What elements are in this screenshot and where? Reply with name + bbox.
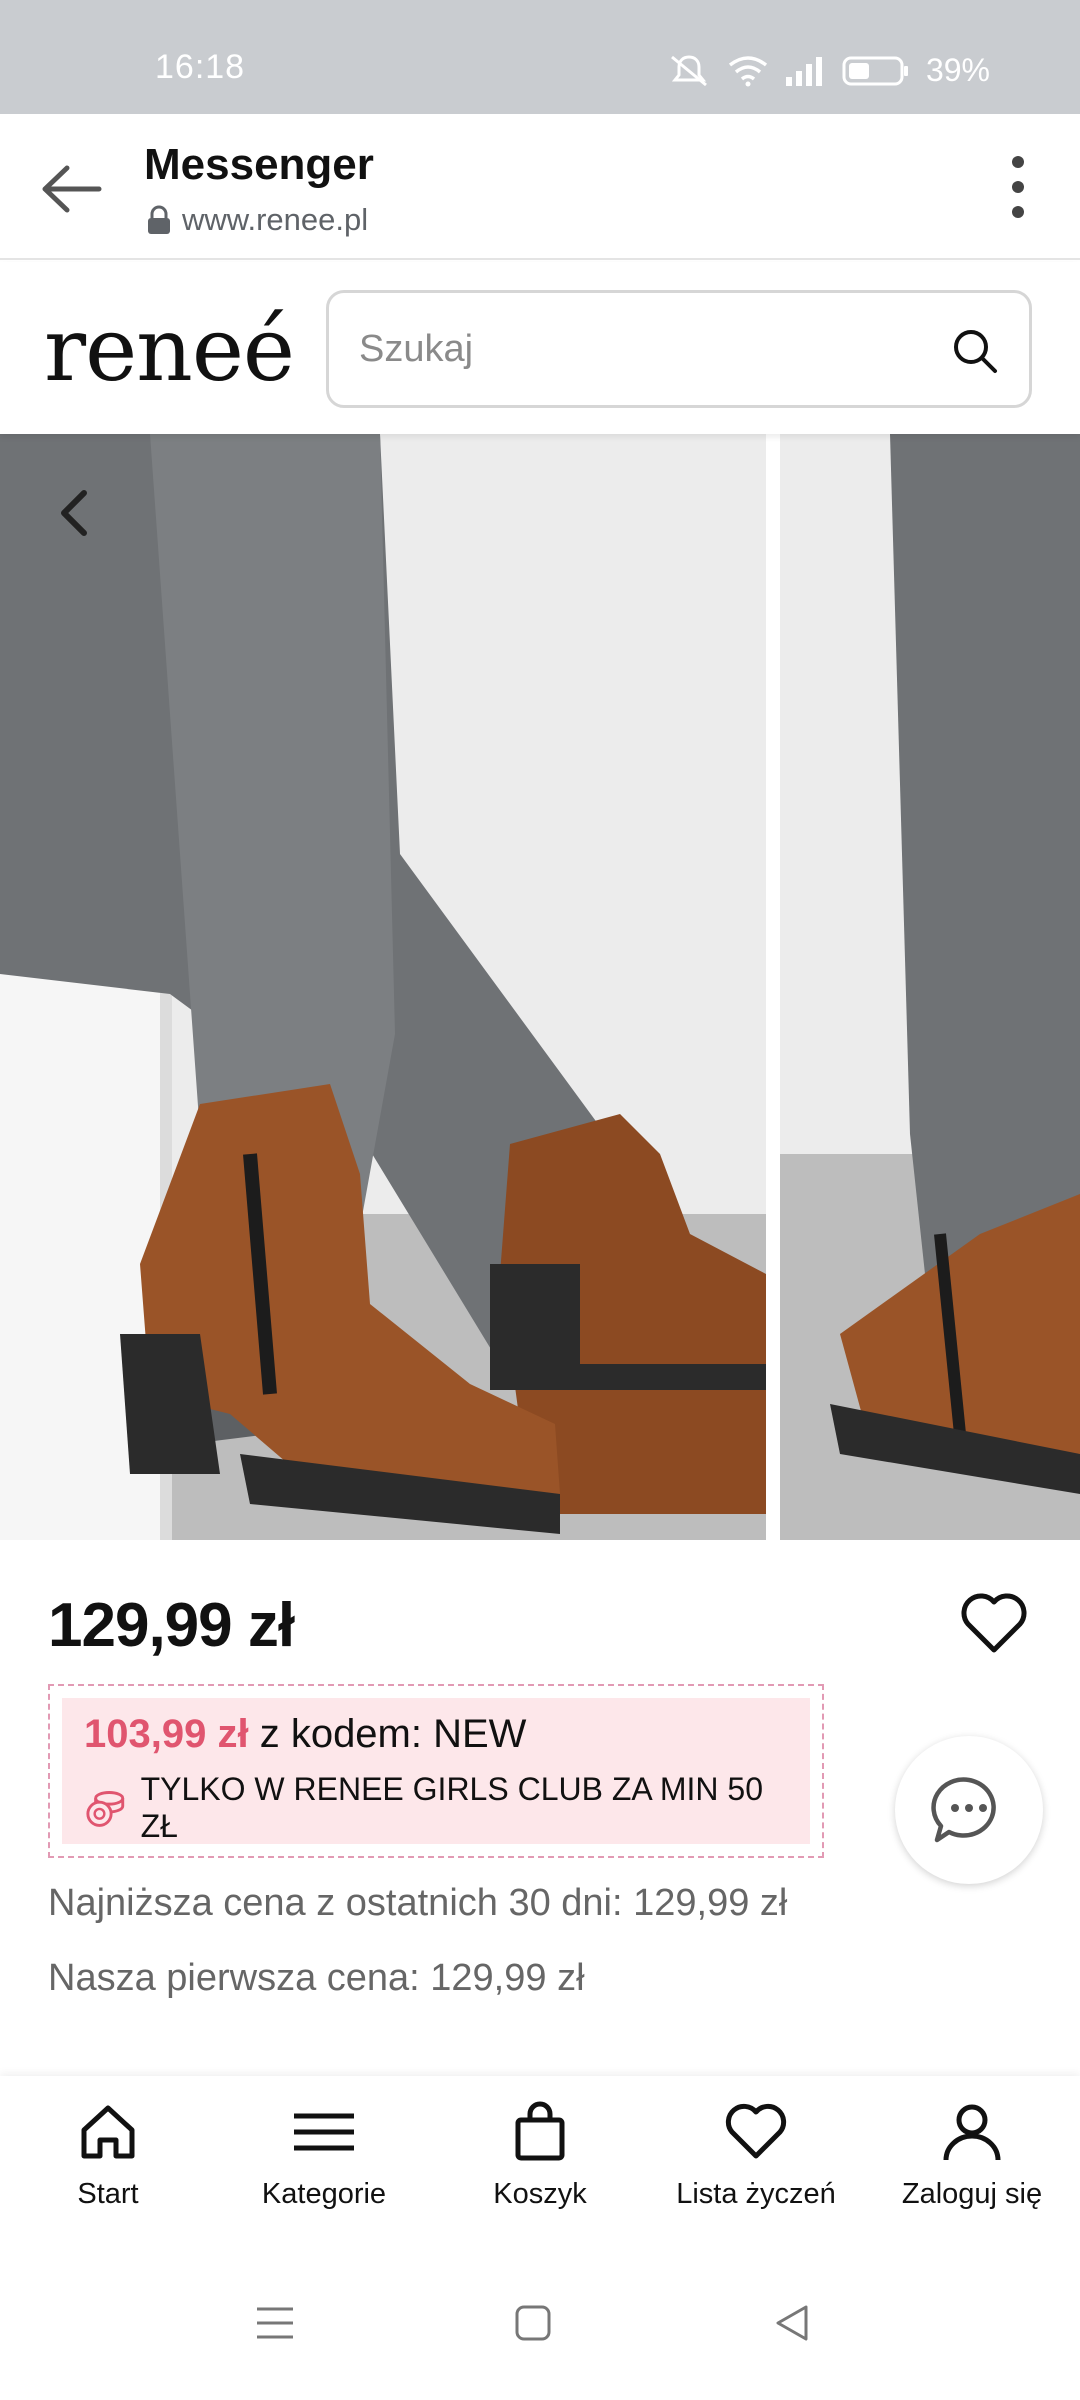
first-price-note: Nasza pierwsza cena: 129,99 zł	[48, 1957, 585, 1999]
promo-price: 103,99 zł	[84, 1712, 249, 1756]
square-icon	[515, 2305, 551, 2341]
nav-label: Start	[77, 2178, 139, 2210]
dot-icon	[1012, 206, 1024, 218]
search-box[interactable]	[326, 290, 1032, 408]
coins-icon	[86, 1791, 125, 1827]
page-title: Messenger	[144, 140, 374, 189]
nav-zaloguj[interactable]: Zaloguj się	[864, 2076, 1080, 2242]
nav-label: Zaloguj się	[901, 2178, 1043, 2210]
recent-apps-icon	[257, 2307, 293, 2339]
nav-label: Lista życzeń	[676, 2178, 836, 2210]
product-image-2[interactable]	[780, 434, 1080, 1540]
battery-icon	[842, 56, 908, 85]
signal-icon	[785, 56, 822, 86]
club-line: TYLKO W RENEE GIRLS CLUB ZA MIN 50 ZŁ	[84, 1771, 788, 1845]
recent-apps-button[interactable]	[240, 2288, 310, 2358]
battery-percentage: 39%	[925, 52, 990, 88]
product-image-1[interactable]	[0, 434, 766, 1540]
promo-code-text: z kodem: NEW	[259, 1712, 527, 1756]
status-bar: 16:18 39%	[0, 0, 1080, 114]
mute-icon	[670, 54, 707, 86]
chat-bubble-icon	[931, 1777, 996, 1843]
site-header: reneé	[0, 262, 1080, 434]
status-icons: 39%	[666, 52, 990, 89]
arrow-left-icon	[42, 165, 102, 213]
user-icon	[943, 2104, 1001, 2161]
chevron-left-icon	[61, 490, 87, 536]
nav-start[interactable]: Start	[0, 2076, 216, 2242]
dot-icon	[1012, 181, 1024, 193]
product-price: 129,99 zł	[48, 1591, 295, 1660]
renee-logo[interactable]: reneé	[44, 298, 295, 401]
lowest-price-note: Najniższa cena z ostatnich 30 dni: 129,9…	[48, 1882, 788, 1924]
url-text: www.renee.pl	[182, 202, 369, 237]
bottom-navigation: Start Kategorie Koszyk Lista życzeń Zalo…	[0, 2076, 1080, 2242]
nav-label: Kategorie	[261, 2178, 387, 2210]
chat-button[interactable]	[895, 1736, 1043, 1884]
search-input[interactable]	[359, 293, 919, 405]
club-text: TYLKO W RENEE GIRLS CLUB ZA MIN 50 ZŁ	[140, 1771, 763, 1844]
back-triangle-icon	[776, 2305, 808, 2341]
url-display[interactable]: www.renee.pl	[146, 202, 368, 238]
promo-inner: 103,99 zł z kodem: NEW TYLKO W RENEE GIR…	[62, 1698, 810, 1844]
gallery-prev-button[interactable]	[44, 478, 104, 548]
nav-label: Koszyk	[493, 2178, 587, 2210]
lock-icon	[148, 205, 170, 234]
browser-header: Messenger www.renee.pl	[0, 114, 1080, 260]
promo-code-box: 103,99 zł z kodem: NEW TYLKO W RENEE GIR…	[48, 1684, 824, 1858]
system-back-button[interactable]	[756, 2288, 826, 2358]
more-options-button[interactable]	[988, 152, 1048, 222]
system-navigation-bar	[0, 2242, 1080, 2400]
bag-icon	[515, 2101, 565, 2161]
boot-photo-illustration	[780, 434, 1080, 1540]
search-icon[interactable]	[951, 327, 999, 375]
hamburger-icon	[294, 2113, 354, 2151]
dot-icon	[1012, 156, 1024, 168]
back-button[interactable]	[36, 154, 106, 224]
add-to-wishlist-heart-icon[interactable]	[960, 1590, 1028, 1656]
wifi-icon	[728, 55, 768, 86]
boot-photo-illustration	[0, 434, 766, 1540]
promo-line: 103,99 zł z kodem: NEW	[84, 1712, 788, 1757]
nav-lista-zyczen[interactable]: Lista życzeń	[648, 2076, 864, 2242]
nav-koszyk[interactable]: Koszyk	[432, 2076, 648, 2242]
product-gallery[interactable]	[0, 434, 1080, 1540]
home-system-button[interactable]	[498, 2288, 568, 2358]
status-time: 16:18	[155, 48, 246, 86]
heart-icon	[725, 2103, 787, 2159]
nav-kategorie[interactable]: Kategorie	[216, 2076, 432, 2242]
home-icon	[81, 2105, 135, 2159]
